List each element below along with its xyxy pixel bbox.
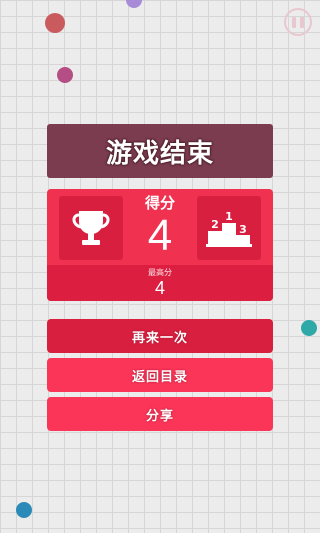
pause-icon-bar-right xyxy=(300,16,304,28)
background-dot-red xyxy=(45,13,65,33)
score-value: 4 xyxy=(147,211,173,260)
leaderboard-button[interactable]: 1 2 3 xyxy=(197,196,261,260)
podium-first-label: 1 xyxy=(225,210,233,223)
score-panel-top: 得分 4 1 2 3 xyxy=(47,189,273,265)
background-dot-purple xyxy=(126,0,142,8)
trophy-icon xyxy=(72,211,110,245)
score-label: 得分 xyxy=(144,194,175,212)
best-score-label: 最高分 xyxy=(148,268,172,277)
podium-second-label: 2 xyxy=(211,218,219,231)
podium-icon: 1 2 3 xyxy=(206,210,252,247)
return-menu-button[interactable]: 返回目录 xyxy=(47,358,273,392)
pause-icon-bar-left xyxy=(292,16,296,28)
background-dot-magenta xyxy=(57,67,73,83)
score-panel: 得分 4 1 2 3 最高分 4 xyxy=(47,189,273,301)
pause-button[interactable] xyxy=(284,8,312,36)
trophy-box xyxy=(59,196,123,260)
score-block: 得分 4 xyxy=(127,194,193,260)
background-dot-teal xyxy=(301,320,317,336)
podium-third-label: 3 xyxy=(239,223,247,236)
best-score-value: 4 xyxy=(154,278,165,298)
game-over-title: 游戏结束 xyxy=(47,124,273,178)
background-dot-blue xyxy=(16,502,32,518)
retry-button[interactable]: 再来一次 xyxy=(47,319,273,353)
share-button[interactable]: 分享 xyxy=(47,397,273,431)
best-score-block: 最高分 4 xyxy=(47,265,273,301)
